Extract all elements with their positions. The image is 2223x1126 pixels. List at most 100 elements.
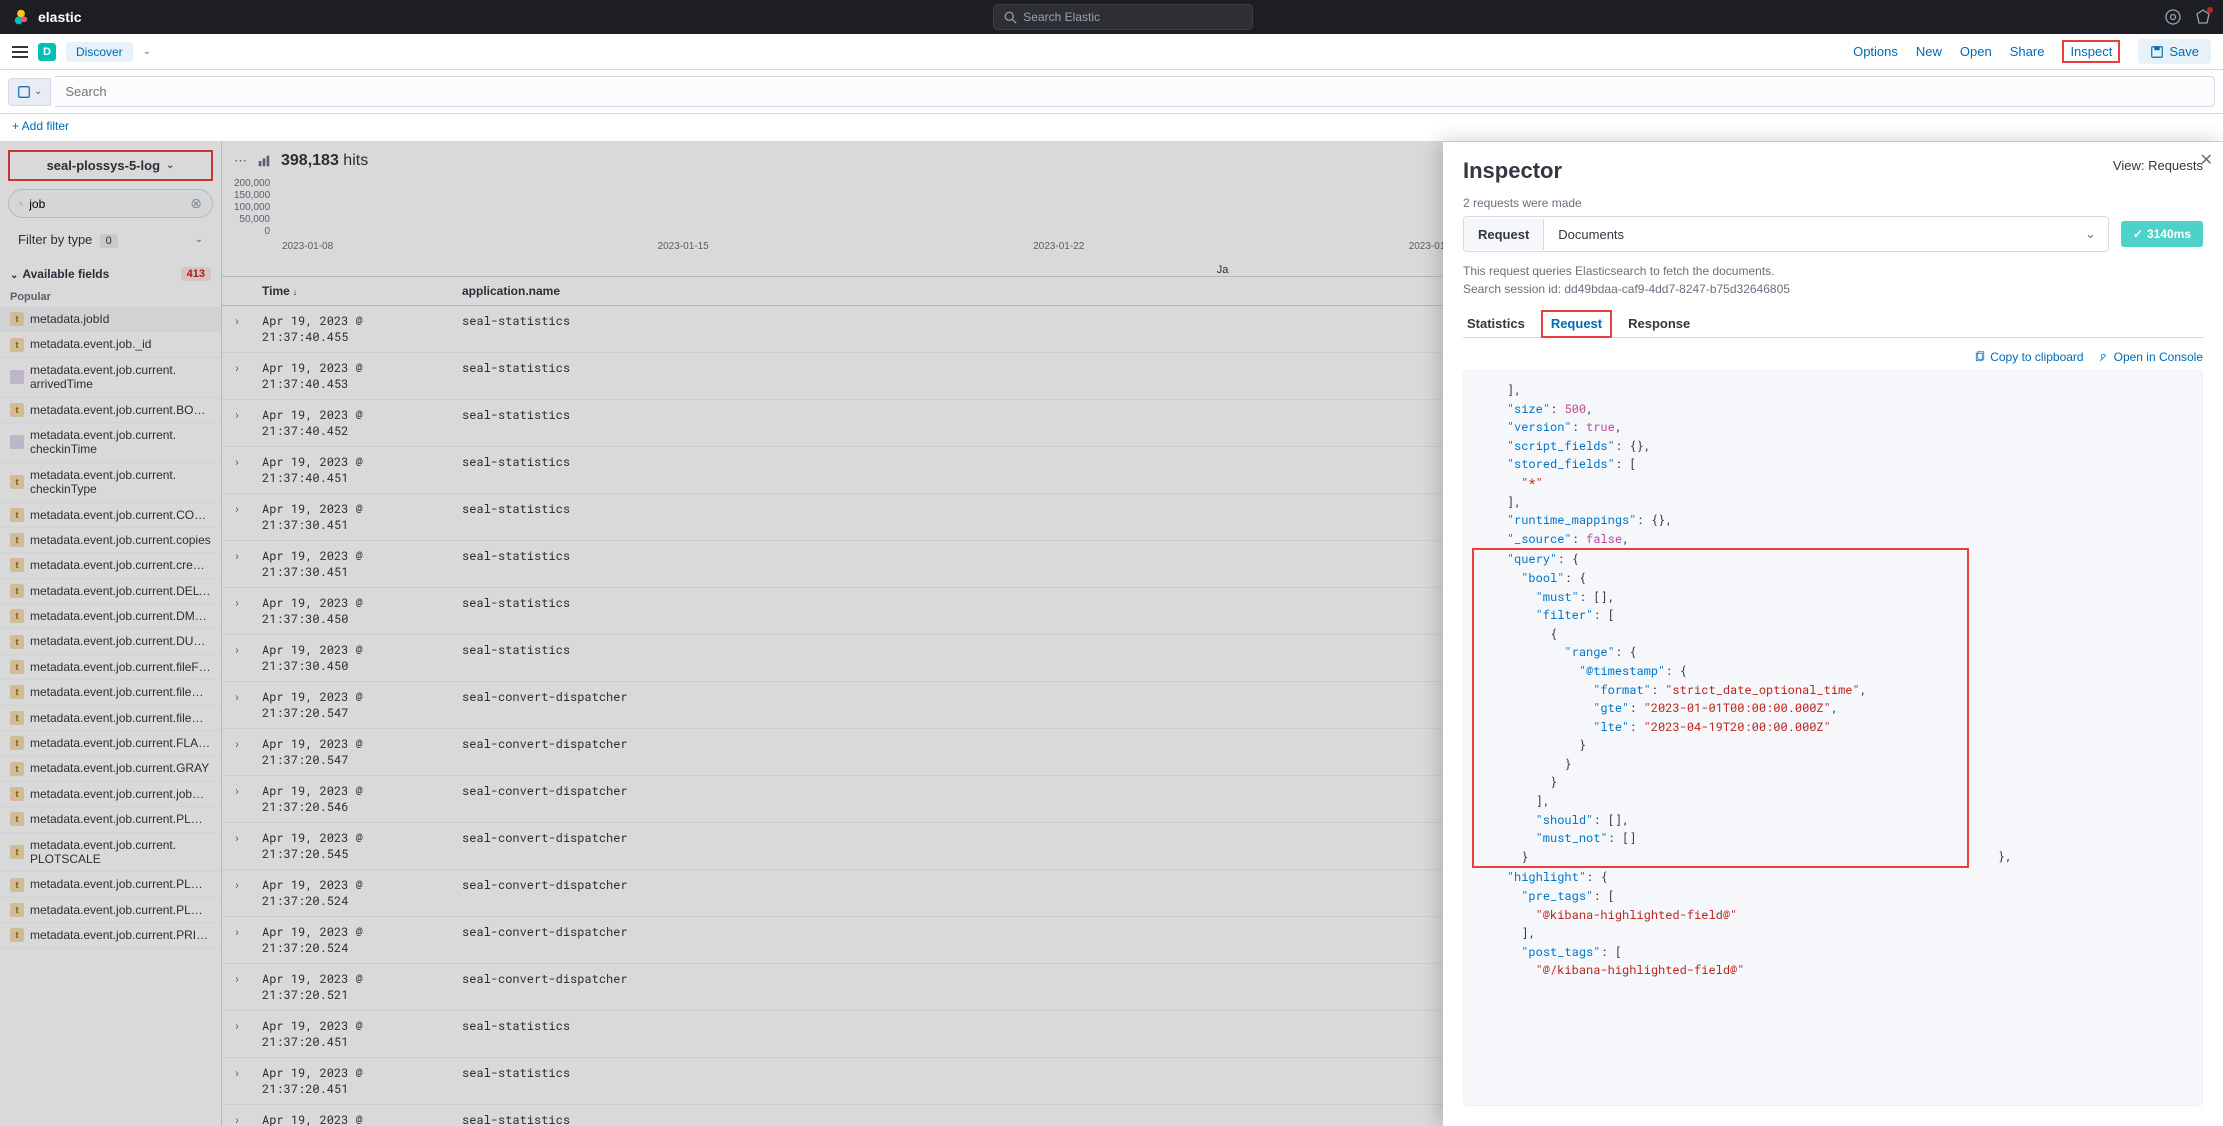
clear-icon[interactable]: ⊗	[190, 195, 202, 212]
expand-icon[interactable]: ›	[222, 682, 252, 728]
more-options-icon[interactable]: ⋯	[234, 153, 247, 169]
close-icon[interactable]: ✕	[2200, 150, 2213, 170]
field-name-label: metadata.event.job.current.jobName	[30, 787, 211, 801]
field-item[interactable]: metadata.event.job.current.arrivedTime	[0, 358, 221, 398]
save-button[interactable]: Save	[2138, 39, 2211, 64]
field-item[interactable]: tmetadata.event.job.current.COLLATE	[0, 503, 221, 528]
chart-toggle-icon[interactable]	[257, 154, 271, 168]
row-time: Apr 19, 2023 @ 21:37:20.546	[252, 776, 452, 822]
field-item[interactable]: t metadata.event.job.current.PLOTSCALE	[0, 833, 221, 873]
tab-request[interactable]: Request	[1541, 310, 1612, 338]
expand-icon[interactable]: ›	[222, 588, 252, 634]
open-in-console-button[interactable]: Open in Console	[2098, 350, 2203, 364]
open-link[interactable]: Open	[1960, 44, 1992, 59]
request-selector[interactable]: Request Documents ⌄	[1463, 216, 2109, 252]
field-type-icon: t	[10, 635, 24, 649]
chevron-down-icon[interactable]: ⌄	[143, 46, 151, 57]
field-item[interactable]: tmetadata.event.job.current.jobName	[0, 782, 221, 807]
field-item[interactable]: tmetadata.event.job.current.DMCOLOR	[0, 604, 221, 629]
expand-icon[interactable]: ›	[222, 917, 252, 963]
expand-icon[interactable]: ›	[222, 964, 252, 1010]
expand-icon[interactable]: ›	[222, 353, 252, 399]
copy-to-clipboard-button[interactable]: Copy to clipboard	[1974, 350, 2083, 364]
help-icon[interactable]	[2165, 9, 2181, 25]
filter-by-type[interactable]: Filter by type 0 ⌄	[8, 226, 213, 253]
field-item[interactable]: tmetadata.event.job.current.PRINTAREA	[0, 923, 221, 948]
available-fields-header[interactable]: ⌄Available fields 413	[0, 261, 221, 287]
time-column-header[interactable]: Time↓	[252, 277, 452, 305]
row-time: Apr 19, 2023 @ 21:37:40.451	[252, 447, 452, 493]
field-item[interactable]: tmetadata.event.job._id	[0, 332, 221, 357]
nav-toggle-icon[interactable]	[12, 46, 28, 58]
field-name-label: metadata.event.job.current.fileFormat	[30, 660, 211, 674]
expand-icon[interactable]: ›	[222, 1105, 252, 1126]
field-item[interactable]: tmetadata.event.job.current.fileSize	[0, 706, 221, 731]
field-item[interactable]: tmetadata.event.job.current.fileName	[0, 680, 221, 705]
field-name-label: metadata.event.job.current.PLOTSCALE	[30, 838, 176, 867]
share-link[interactable]: Share	[2010, 44, 2045, 59]
inspect-link[interactable]: Inspect	[2062, 40, 2120, 63]
app-name-button[interactable]: Discover	[66, 42, 133, 62]
index-pattern-selector[interactable]: seal-plossys-5-log ⌄	[8, 150, 213, 181]
row-time: Apr 19, 2023 @ 21:37:20.524	[252, 870, 452, 916]
request-selector-value: Documents	[1544, 219, 2073, 250]
expand-icon[interactable]: ›	[222, 823, 252, 869]
expand-icon[interactable]: ›	[222, 447, 252, 493]
field-item[interactable]: tmetadata.event.job.current.BOOKLET	[0, 398, 221, 423]
query-input[interactable]	[55, 76, 2215, 107]
expand-icon[interactable]: ›	[222, 494, 252, 540]
field-item[interactable]: t metadata.event.job.current.copies	[0, 528, 221, 553]
field-item[interactable]: tmetadata.event.job.current.creator	[0, 553, 221, 578]
flyout-body: 2 requests were made Request Documents ⌄…	[1443, 196, 2223, 1126]
field-item[interactable]: tmetadata.event.job.current.PLOTGRP	[0, 807, 221, 832]
expand-icon[interactable]: ›	[222, 1011, 252, 1057]
expand-icon[interactable]: ›	[222, 1058, 252, 1104]
expand-icon[interactable]: ›	[222, 635, 252, 681]
tab-response[interactable]: Response	[1624, 310, 1694, 337]
field-type-icon: t	[10, 533, 24, 547]
query-bar: ⌄	[0, 70, 2223, 114]
chevron-down-icon: ⌄	[195, 234, 203, 245]
expand-icon[interactable]: ›	[222, 776, 252, 822]
row-time: Apr 19, 2023 @ 21:37:30.451	[252, 541, 452, 587]
expand-icon[interactable]: ›	[222, 870, 252, 916]
new-link[interactable]: New	[1916, 44, 1942, 59]
expand-icon[interactable]: ›	[222, 400, 252, 446]
filter-by-type-label: Filter by type	[18, 232, 92, 247]
field-search-input[interactable]	[29, 197, 184, 211]
view-selector[interactable]: View: Requests	[2113, 158, 2203, 173]
request-select-row: Request Documents ⌄ ✓ 3140ms	[1463, 216, 2203, 252]
field-item[interactable]: t metadata.jobId	[0, 307, 221, 332]
field-name-label: metadata.event.job.current.DMCOLOR	[30, 609, 211, 623]
field-name-label: metadata.event.job.current.copies	[30, 533, 211, 547]
field-item[interactable]: tmetadata.event.job.current.checkinType	[0, 463, 221, 503]
field-item[interactable]: tmetadata.event.job.current.DELTYPE	[0, 579, 221, 604]
field-item[interactable]: tmetadata.event.job.current.PLOTTYPE	[0, 898, 221, 923]
field-item[interactable]: tmetadata.event.job.current.GRAY	[0, 756, 221, 781]
field-name-label: metadata.event.job.current.arrivedTime	[30, 363, 176, 392]
row-time: Apr 19, 2023 @ 21:37:40.453	[252, 353, 452, 399]
expand-icon[interactable]: ›	[222, 306, 252, 352]
app-badge[interactable]: D	[38, 43, 56, 61]
global-search-input[interactable]: Search Elastic	[993, 4, 1253, 30]
request-json-code[interactable]: ], "size": 500, "version": true, "script…	[1463, 370, 2203, 1106]
field-item[interactable]: metadata.event.job.current.checkinTime	[0, 423, 221, 463]
field-type-icon: t	[10, 878, 24, 892]
brand-logo[interactable]: elastic	[12, 8, 82, 26]
field-item[interactable]: tmetadata.event.job.current.fileFormat	[0, 655, 221, 680]
field-item[interactable]: tmetadata.event.job.current.PLOTSIZE	[0, 872, 221, 897]
field-item[interactable]: tmetadata.event.job.current.FLAGPAGE	[0, 731, 221, 756]
add-filter-button[interactable]: + Add filter	[12, 119, 69, 133]
options-link[interactable]: Options	[1853, 44, 1898, 59]
tab-statistics[interactable]: Statistics	[1463, 310, 1529, 337]
expand-column	[222, 277, 252, 305]
field-item[interactable]: tmetadata.event.job.current.DUPLEX	[0, 629, 221, 654]
request-count: 2 requests were made	[1463, 196, 2203, 210]
field-name-label: metadata.event.job.current.FLAGPAGE	[30, 736, 211, 750]
field-type-icon: t	[10, 845, 24, 859]
available-fields-label: Available fields	[22, 267, 109, 281]
expand-icon[interactable]: ›	[222, 541, 252, 587]
newsfeed-icon[interactable]	[2195, 9, 2211, 25]
saved-query-button[interactable]: ⌄	[8, 78, 51, 106]
expand-icon[interactable]: ›	[222, 729, 252, 775]
